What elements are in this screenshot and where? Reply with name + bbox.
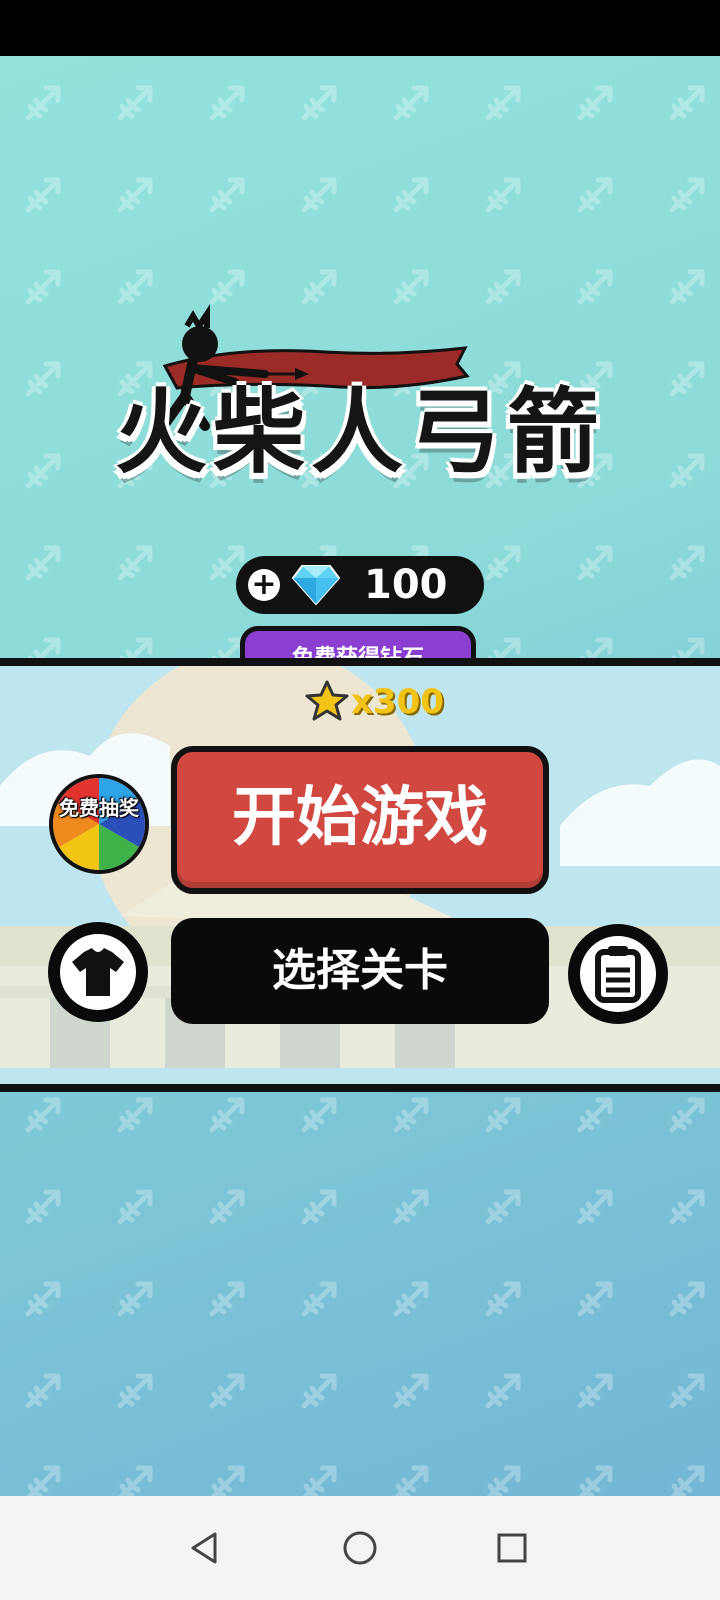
gem-counter[interactable]: + 100 <box>236 556 484 614</box>
lottery-wheel-icon <box>53 778 145 870</box>
lottery-label: 免费抽奖 <box>59 796 139 820</box>
nav-back-icon[interactable] <box>185 1528 225 1568</box>
star-count: x300 <box>351 682 444 722</box>
free-lottery-button[interactable]: 免费抽奖 <box>49 774 149 874</box>
nav-home-icon[interactable] <box>340 1528 380 1568</box>
clipboard-icon <box>595 946 641 1003</box>
gem-count: 100 <box>364 562 448 608</box>
game-title: 火柴人弓箭 <box>114 379 605 486</box>
skin-shop-button[interactable] <box>48 922 148 1022</box>
game-screen: 火柴人弓箭 + 100 免费获得钻石 <box>0 56 720 1496</box>
add-gems-icon[interactable]: + <box>248 569 280 601</box>
title-panel: 火柴人弓箭 + 100 免费获得钻石 <box>0 56 720 692</box>
tasks-button[interactable] <box>568 924 668 1024</box>
status-bar <box>0 0 720 56</box>
nav-recents-icon[interactable] <box>492 1528 532 1568</box>
tshirt-icon <box>72 948 124 996</box>
select-level-button[interactable]: 选择关卡 <box>171 918 549 1024</box>
diamond-icon <box>292 565 340 606</box>
system-nav-bar <box>0 1496 720 1600</box>
menu-panel: x300 免费抽奖 开始游戏 选择关卡 <box>0 658 720 1092</box>
start-game-button[interactable]: 开始游戏 <box>171 746 549 894</box>
star-icon <box>305 680 349 721</box>
